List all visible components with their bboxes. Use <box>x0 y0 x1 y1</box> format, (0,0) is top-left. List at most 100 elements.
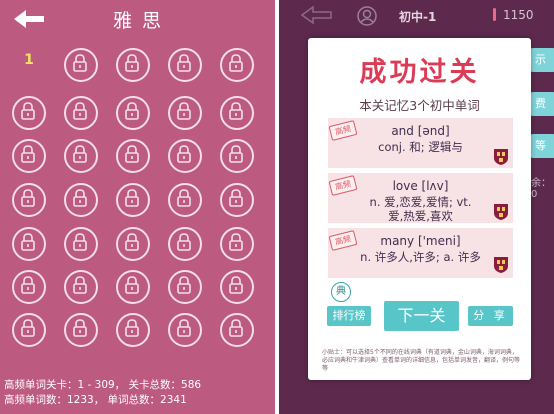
level-button-locked[interactable] <box>12 139 46 173</box>
level-button-locked[interactable] <box>64 270 98 304</box>
level-button-locked[interactable] <box>116 313 150 347</box>
stats-line-words: 高频单词数：1233， 单词总数：2341 <box>4 394 187 406</box>
lock-icon <box>176 319 192 341</box>
level-complete-dialog: 成功过关 本关记忆3个初中单词 高频 and [ənd] conj. 和; 逻辑… <box>308 38 531 380</box>
page-title: 雅 思 <box>112 10 164 32</box>
lock-icon <box>228 54 244 76</box>
top-bar: 初中-1 1150 <box>279 0 554 30</box>
word-text: love [lʌv] <box>392 179 449 193</box>
level-complete-screen: 初中-1 1150 示 费 等 余：0 成功过关 本关记忆3个初中单词 高频 a… <box>279 0 554 414</box>
level-button-current[interactable]: 1 <box>12 48 46 82</box>
back-arrow-icon[interactable] <box>301 6 333 24</box>
share-button[interactable]: 分 享 <box>468 306 513 326</box>
lock-icon <box>124 145 140 167</box>
lock-icon <box>124 233 140 255</box>
level-button-locked[interactable] <box>12 270 46 304</box>
level-button-locked[interactable] <box>116 96 150 130</box>
coin-count: 1150 <box>503 8 534 22</box>
lock-icon <box>176 189 192 211</box>
tip-text: 小贴士：可以选择5个不同的在线词典（有道词典，金山词典，海词词典，必应词典和牛津… <box>322 349 521 372</box>
lock-icon <box>20 276 36 298</box>
next-level-button[interactable]: 下一关 <box>384 301 459 331</box>
lock-icon <box>124 54 140 76</box>
level-button-locked[interactable] <box>12 227 46 261</box>
level-button-locked[interactable] <box>220 139 254 173</box>
level-button-locked[interactable] <box>220 313 254 347</box>
word-meaning-line: conj. 和; 逻辑与 <box>378 140 463 154</box>
level-select-screen: 雅 思 1 高频单词关卡：1 - 309， 关卡总数：586 高频单词数：123… <box>0 0 275 414</box>
word-card[interactable]: 高频 love [lʌv] n. 爱,恋爱,爱情; vt. 爱,热爱,喜欢 <box>328 173 513 223</box>
word-text: and [ənd] <box>391 124 450 138</box>
side-remaining-text: 余：0 <box>531 178 551 200</box>
level-button-locked[interactable] <box>220 183 254 217</box>
side-button-1[interactable]: 示 <box>529 48 554 72</box>
level-button-locked[interactable] <box>116 48 150 82</box>
back-arrow-icon[interactable] <box>14 9 46 29</box>
level-stats: 高频单词关卡：1 - 309， 关卡总数：586 高频单词数：1233， 单词总… <box>4 378 274 408</box>
lock-icon <box>72 276 88 298</box>
level-button-locked[interactable] <box>168 183 202 217</box>
dialog-subtitle: 本关记忆3个初中单词 <box>359 98 480 113</box>
grade-label: 初中-1 <box>399 10 437 24</box>
lock-icon <box>124 319 140 341</box>
lock-icon <box>72 145 88 167</box>
lock-icon <box>124 102 140 124</box>
word-text: many ['meni] <box>380 234 461 248</box>
user-icon[interactable] <box>357 6 377 26</box>
level-button-locked[interactable] <box>12 313 46 347</box>
lock-icon <box>20 145 36 167</box>
word-meaning-line: n. 许多人,许多; a. 许多 <box>360 250 481 264</box>
word-meaning: n. 爱,恋爱,爱情; vt. 爱,热爱,喜欢 <box>328 195 513 223</box>
dictionary-icon[interactable]: 典 <box>331 282 351 302</box>
lock-icon <box>72 189 88 211</box>
level-button-locked[interactable] <box>64 313 98 347</box>
level-button-locked[interactable] <box>220 96 254 130</box>
level-button-locked[interactable] <box>116 183 150 217</box>
word-card[interactable]: 高频 many ['meni] n. 许多人,许多; a. 许多 <box>328 228 513 278</box>
lock-icon <box>176 145 192 167</box>
leaderboard-button[interactable]: 排行榜 <box>327 306 371 326</box>
oxford-crest-icon[interactable] <box>493 148 509 166</box>
level-button-locked[interactable] <box>220 270 254 304</box>
level-button-locked[interactable] <box>220 48 254 82</box>
level-button-locked[interactable] <box>220 227 254 261</box>
stats-line-levels: 高频单词关卡：1 - 309， 关卡总数：586 <box>4 379 202 391</box>
word-card[interactable]: 高频 and [ənd] conj. 和; 逻辑与 <box>328 118 513 168</box>
level-button-locked[interactable] <box>168 313 202 347</box>
level-number: 1 <box>24 52 34 68</box>
lock-icon <box>124 189 140 211</box>
lock-icon <box>228 319 244 341</box>
lock-icon <box>20 319 36 341</box>
lock-icon <box>176 54 192 76</box>
lock-icon <box>228 145 244 167</box>
lock-icon <box>20 189 36 211</box>
oxford-crest-icon[interactable] <box>493 203 509 221</box>
level-button-locked[interactable] <box>64 139 98 173</box>
lock-icon <box>20 233 36 255</box>
lock-icon <box>176 102 192 124</box>
lock-icon <box>124 276 140 298</box>
level-button-locked[interactable] <box>116 139 150 173</box>
word-meaning-line: n. 爱,恋爱,爱情; vt. <box>369 195 472 209</box>
level-button-locked[interactable] <box>64 183 98 217</box>
level-button-locked[interactable] <box>12 183 46 217</box>
level-button-locked[interactable] <box>12 96 46 130</box>
level-button-locked[interactable] <box>64 48 98 82</box>
level-button-locked[interactable] <box>168 227 202 261</box>
lock-icon <box>72 233 88 255</box>
level-button-locked[interactable] <box>116 227 150 261</box>
level-button-locked[interactable] <box>168 96 202 130</box>
lock-icon <box>176 276 192 298</box>
level-button-locked[interactable] <box>64 96 98 130</box>
level-button-locked[interactable] <box>64 227 98 261</box>
level-button-locked[interactable] <box>168 48 202 82</box>
lock-icon <box>228 189 244 211</box>
level-button-locked[interactable] <box>168 139 202 173</box>
coin-icon <box>493 8 496 21</box>
oxford-crest-icon[interactable] <box>493 256 509 274</box>
side-button-2[interactable]: 费 <box>529 92 554 116</box>
side-button-3[interactable]: 等 <box>529 134 554 158</box>
level-button-locked[interactable] <box>116 270 150 304</box>
word-meaning: conj. 和; 逻辑与 <box>328 140 513 154</box>
level-button-locked[interactable] <box>168 270 202 304</box>
